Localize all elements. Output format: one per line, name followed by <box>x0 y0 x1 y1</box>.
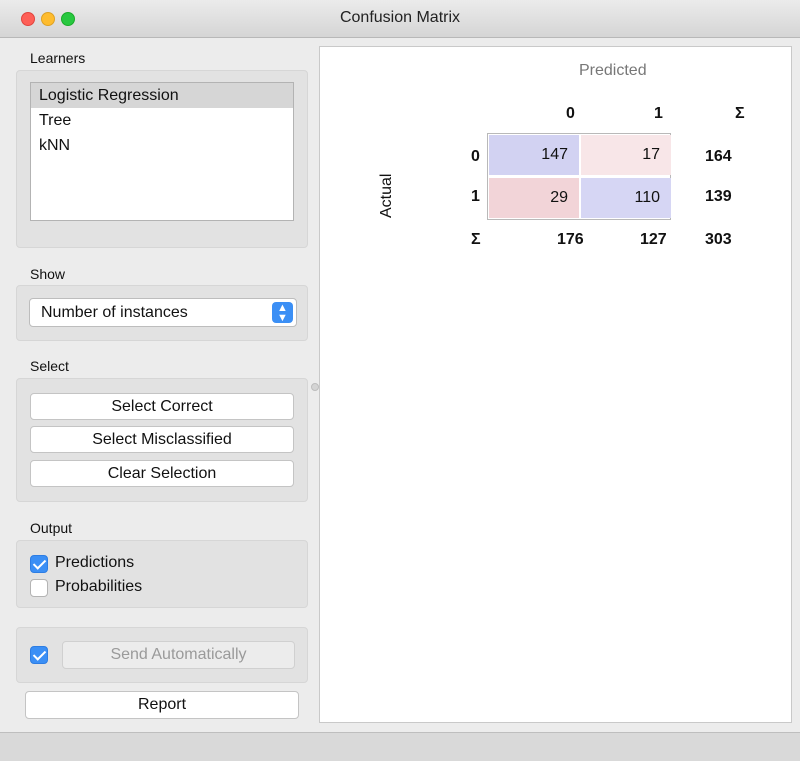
predicted-axis-label: Predicted <box>579 62 647 79</box>
col-header-0: 0 <box>566 105 575 122</box>
col-sum-1: 127 <box>640 231 667 248</box>
learner-item-logistic-regression[interactable]: Logistic Regression <box>31 83 293 108</box>
col-sum-0: 176 <box>557 231 584 248</box>
status-bar <box>0 732 800 761</box>
select-label: Select <box>30 358 69 374</box>
row-header-0: 0 <box>471 148 480 165</box>
matrix-cell-1-0[interactable]: 29 <box>489 178 579 218</box>
col-header-1: 1 <box>654 105 663 122</box>
send-automatically-button[interactable]: Send Automatically <box>62 641 295 669</box>
matrix-cell-0-0[interactable]: 147 <box>489 135 579 175</box>
learner-item-tree[interactable]: Tree <box>31 108 293 133</box>
row-sum-0: 164 <box>705 148 732 165</box>
show-select[interactable]: Number of instances ▲ ▼ <box>29 298 297 327</box>
select-misclassified-button[interactable]: Select Misclassified <box>30 426 294 453</box>
row-header-1: 1 <box>471 188 480 205</box>
actual-axis-label: Actual <box>378 173 395 218</box>
splitter-handle[interactable] <box>311 383 319 391</box>
show-label: Show <box>30 266 66 282</box>
send-automatically-checkbox[interactable] <box>30 646 48 664</box>
output-group <box>16 540 308 608</box>
matrix-grid[interactable]: 147 17 29 110 <box>487 133 671 220</box>
report-button[interactable]: Report <box>25 691 299 719</box>
learners-list[interactable]: Logistic Regression Tree kNN <box>30 82 294 221</box>
window-title: Confusion Matrix <box>339 9 461 26</box>
col-header-sum: Σ <box>735 105 745 122</box>
matrix-cell-0-1[interactable]: 17 <box>581 135 671 175</box>
predictions-label: Predictions <box>55 554 135 571</box>
learners-label: Learners <box>30 50 86 66</box>
predictions-checkbox[interactable] <box>30 555 48 573</box>
probabilities-checkbox[interactable] <box>30 579 48 597</box>
probabilities-label: Probabilities <box>55 578 143 595</box>
learner-item-knn[interactable]: kNN <box>31 133 293 158</box>
row-header-sum: Σ <box>471 231 481 248</box>
show-select-value: Number of instances <box>41 304 188 321</box>
clear-selection-button[interactable]: Clear Selection <box>30 460 294 487</box>
matrix-cell-1-1[interactable]: 110 <box>581 178 671 218</box>
output-label: Output <box>30 520 73 536</box>
updown-arrows-icon: ▲ ▼ <box>272 302 293 324</box>
total-sum: 303 <box>705 231 732 248</box>
row-sum-1: 139 <box>705 188 732 205</box>
title-bar: Confusion Matrix <box>0 0 800 38</box>
select-correct-button[interactable]: Select Correct <box>30 393 294 420</box>
